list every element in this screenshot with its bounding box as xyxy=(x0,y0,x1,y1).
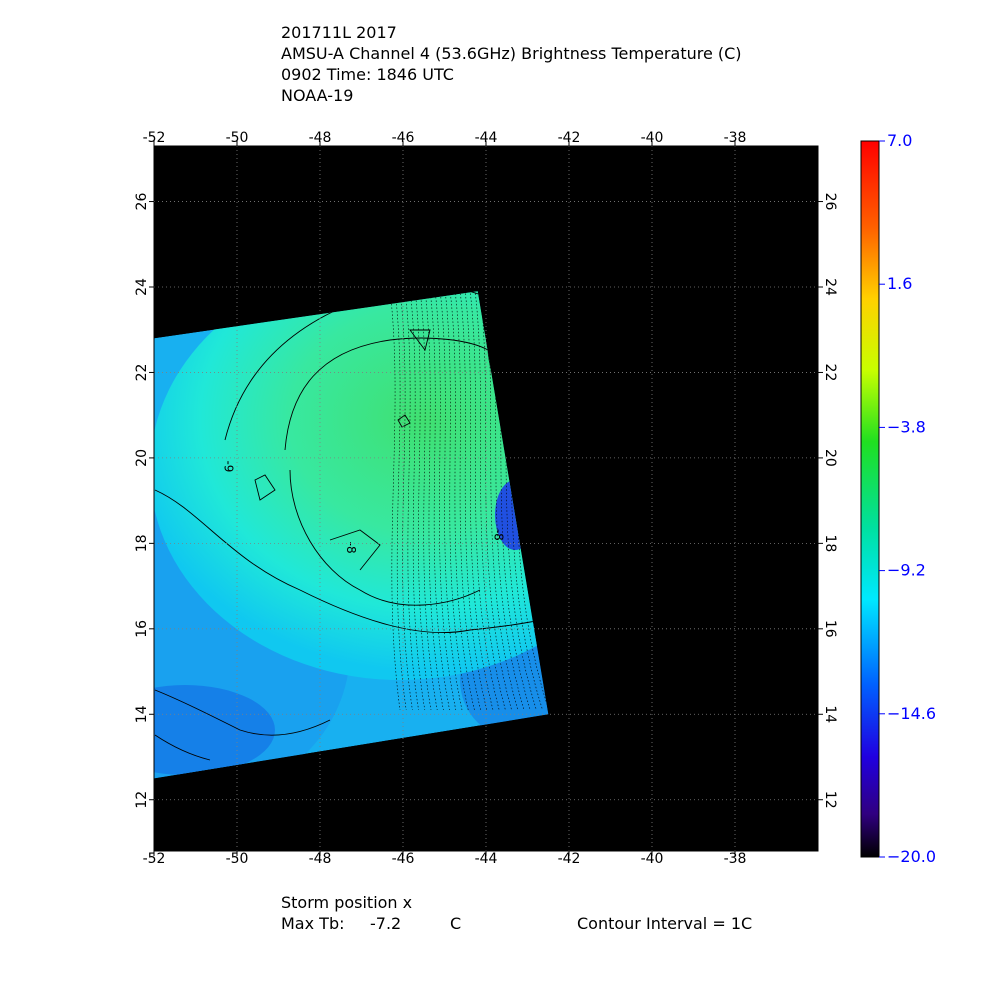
max-tb-value: -7.2 xyxy=(370,914,402,933)
tick-label-y-right: 24 xyxy=(822,278,838,296)
colorbar-tick-label: −3.8 xyxy=(887,417,926,436)
tick-label-x-bottom: -38 xyxy=(724,851,747,867)
contour-interval-label: Contour Interval = 1C xyxy=(577,914,753,933)
tick-label-y-right: 16 xyxy=(822,620,838,638)
tick-label-x-bottom: -52 xyxy=(143,851,166,867)
tick-label-x-bottom: -42 xyxy=(558,851,581,867)
tick-label-y-left: 26 xyxy=(134,193,150,211)
tick-label-y-left: 18 xyxy=(134,534,150,552)
colorbar-tick-label: −9.2 xyxy=(887,561,926,580)
colorbar-ramp xyxy=(860,140,880,858)
tick-label-x-bottom: -50 xyxy=(226,851,249,867)
colorbar-tick-label: 7.0 xyxy=(887,131,912,150)
storm-position-label: Storm position x xyxy=(281,893,413,912)
tick-label-y-left: 20 xyxy=(134,449,150,467)
tick-label-y-left: 12 xyxy=(134,791,150,809)
colorbar: 7.0 1.6 −3.8 −9.2 −14.6 −20.0 xyxy=(860,131,936,866)
tick-label-x-bottom: -48 xyxy=(309,851,332,867)
tick-label-x-top: -50 xyxy=(226,130,249,146)
tick-label-y-left: 14 xyxy=(134,705,150,723)
tick-label-x-top: -40 xyxy=(641,130,664,146)
contour-label: -8 xyxy=(491,529,505,541)
max-tb-unit: C xyxy=(450,914,462,933)
tick-label-y-right: 18 xyxy=(822,534,838,552)
max-tb-label: Max Tb: xyxy=(281,914,345,933)
tick-label-y-right: 14 xyxy=(822,705,838,723)
tick-label-y-left: 24 xyxy=(134,278,150,296)
tick-label-x-top: -46 xyxy=(392,130,415,146)
tick-label-x-bottom: -44 xyxy=(475,851,498,867)
tick-label-y-right: 26 xyxy=(822,193,838,211)
cold-region-southwest xyxy=(154,685,275,775)
colorbar-tick-label: 1.6 xyxy=(887,274,912,293)
tick-label-x-top: -42 xyxy=(558,130,581,146)
tick-label-y-right: 20 xyxy=(822,449,838,467)
contour-label: -9 xyxy=(222,460,236,472)
tick-label-y-left: 22 xyxy=(134,364,150,382)
tick-label-x-top: -44 xyxy=(475,130,498,146)
tick-label-x-bottom: -46 xyxy=(392,851,415,867)
tick-label-x-bottom: -40 xyxy=(641,851,664,867)
colorbar-tick-label: −14.6 xyxy=(887,704,936,723)
tick-label-y-right: 22 xyxy=(822,364,838,382)
colorbar-tick-label: −20.0 xyxy=(887,847,936,866)
brightness-temperature-map: -9-8-8 -52-52-50-50-48-48-46-46-44-44-42… xyxy=(134,130,936,867)
tick-label-x-top: -52 xyxy=(143,130,166,146)
tick-label-y-right: 12 xyxy=(822,791,838,809)
tick-label-x-top: -38 xyxy=(724,130,747,146)
tick-label-x-top: -48 xyxy=(309,130,332,146)
tick-label-y-left: 16 xyxy=(134,620,150,638)
